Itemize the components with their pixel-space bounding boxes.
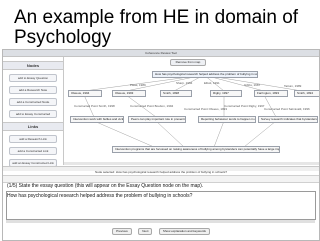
app-window: Coherence Review Tool Nodes add to Essay… [2,49,320,241]
map-link [93,120,155,148]
prompt-strip [3,175,319,183]
add-constructed-node-button[interactable]: add a Constructed Node [9,98,57,106]
links-header: Links [3,122,63,131]
map-link [243,120,277,148]
add-research-link-button[interactable]: add a Research Link [9,135,57,143]
window-title: Coherence Review Tool [3,50,319,57]
link-label: Constructed Point Rigby, 1997 [224,104,265,108]
add-essay-question-button[interactable]: add to Essay Question [9,74,57,82]
concept-map-canvas[interactable]: Remove from map How has psychological re… [64,57,319,165]
essay-constructed-node[interactable]: Intervention programs that are focussed … [112,146,280,153]
next-button[interactable]: Next [138,228,153,235]
essay-question-text: How has psychological research helped ad… [7,193,193,199]
step-instruction: (1/5) State the essay question (this wil… [7,183,204,189]
link-label: Sharp, 1994 [176,81,193,85]
nodes-header: Nodes [3,61,63,70]
add-research-note-button[interactable]: add a Research Note [9,86,57,94]
sidebar: Nodes add to Essay Question add a Resear… [3,57,64,167]
footer-bar: Previous Next Show explanation and keywo… [3,228,319,238]
link-label: Gibbs, 1987 [244,83,261,87]
research-node[interactable]: Farrington, 1993 [254,90,288,97]
research-node[interactable]: Smith, 1994 [294,90,319,97]
selection-hint: Node selected: How has psychological res… [94,170,228,174]
constructed-node[interactable]: Survey research indicates that bystander… [258,116,318,123]
link-label: Constructed Point Salmivalli, 1996 [264,107,310,111]
link-label: Elliott, 1991 [204,81,220,85]
remove-from-map-button[interactable]: Remove from map [170,59,206,66]
map-scrollbar[interactable] [64,162,319,165]
previous-button[interactable]: Previous [112,228,132,235]
link-label: Pikas, 1989 [130,83,146,87]
research-node[interactable]: Olweus, 1994 [68,90,102,97]
constructed-node[interactable]: Reporting behaviour tends to happen in c… [198,116,256,123]
map-link [213,120,225,148]
add-essay-constructed-button[interactable]: add to Essay Constructed [9,110,57,118]
essay-question-node[interactable]: How has psychological research helped ad… [152,71,258,78]
constructed-node[interactable]: Peers can play important role in prevent… [128,116,186,123]
slide-title: An example from HE in domain of Psycholo… [14,7,299,48]
map-link [263,94,277,118]
link-label: Tattum, 1989 [284,84,302,88]
constructed-node[interactable]: Intervention work with bullies and victi… [70,116,124,123]
link-label: Constructed Point Boulton, 1994 [130,104,174,108]
research-node[interactable]: Smith, 1998 [160,90,192,97]
research-node[interactable]: Rigby, 1997 [210,90,242,97]
link-label: Constructed Point Smith, 1998 [74,104,115,108]
research-node[interactable]: Olweus, 1993 [112,90,146,97]
text-scrollbar[interactable] [6,220,315,223]
map-link [155,120,185,148]
show-explanation-button[interactable]: Show explanation and keywords [158,228,210,235]
link-label: Constructed Point Olweus, 1993 [184,107,228,111]
add-constructed-link-button[interactable]: add a Constructed Link [9,147,57,155]
